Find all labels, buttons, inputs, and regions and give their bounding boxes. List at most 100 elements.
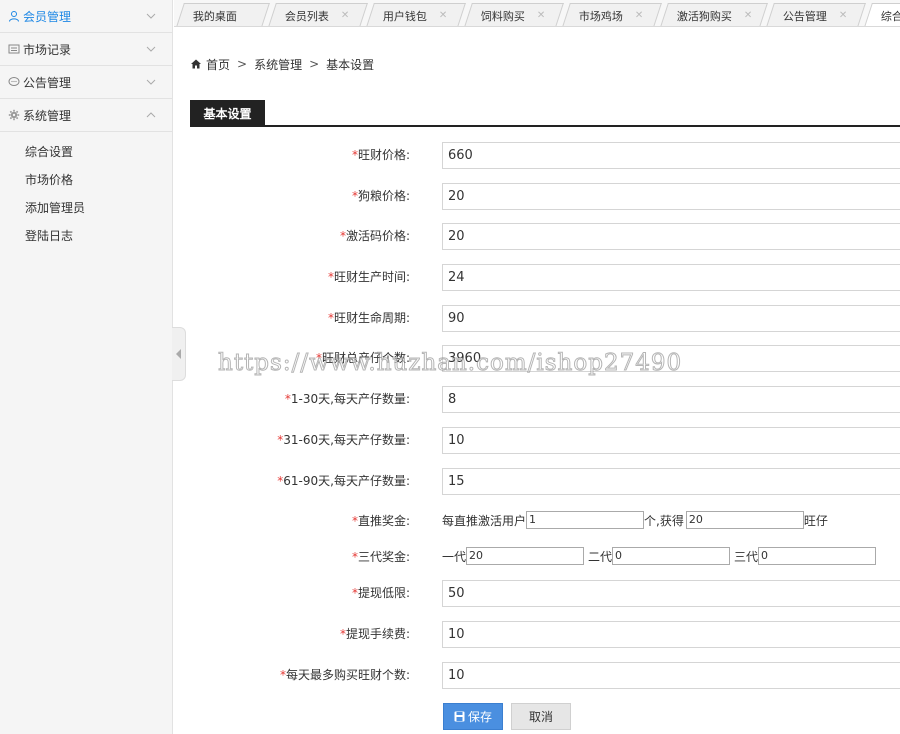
menu-system-management[interactable]: 系统管理 xyxy=(0,99,172,132)
withdraw-min-input[interactable]: 50 xyxy=(442,580,900,607)
save-button[interactable]: 保存 xyxy=(443,703,503,730)
close-icon[interactable]: ✕ xyxy=(341,10,349,21)
tab-label: 我的桌面 xyxy=(192,9,237,23)
direct-bonus-reward-input[interactable]: 20 xyxy=(685,511,804,529)
tab-user-wallet[interactable]: 用户钱包 ✕ xyxy=(366,3,466,26)
field-label-direct-bonus: *直推奖金: xyxy=(351,514,410,528)
direct-bonus-middle: 个,获得 xyxy=(644,513,684,528)
breadcrumb-section[interactable]: 系统管理 xyxy=(254,56,302,73)
field-label-offspring-1-30: *1-30天,每天产仔数量: xyxy=(284,392,410,406)
total-offspring-input[interactable]: 3960 xyxy=(442,345,900,372)
save-icon xyxy=(454,711,465,722)
tab-market-farm[interactable]: 市场鸡场 ✕ xyxy=(562,3,662,26)
gear-icon xyxy=(8,109,20,121)
tab-announcement[interactable]: 公告管理 ✕ xyxy=(766,3,866,26)
list-icon xyxy=(8,43,20,55)
menu-market-records[interactable]: 市场记录 xyxy=(0,33,172,66)
field-label-withdraw-fee: *提现手续费: xyxy=(339,627,410,641)
three-gen-bonus-row: 一代 20 二代 0 三代 0 xyxy=(442,546,877,566)
breadcrumb-separator: > xyxy=(309,57,320,71)
close-icon[interactable]: ✕ xyxy=(635,10,643,21)
chevron-left-icon xyxy=(175,349,181,359)
chat-bubble-icon xyxy=(8,76,20,88)
gen3-input[interactable]: 0 xyxy=(758,547,877,565)
cancel-button-label: 取消 xyxy=(528,710,553,724)
withdraw-fee-input[interactable]: 10 xyxy=(442,621,900,648)
tab-member-list[interactable]: 会员列表 ✕ xyxy=(268,3,368,26)
tab-my-desktop[interactable]: 我的桌面 xyxy=(176,3,270,26)
sidebar-collapse-handle[interactable] xyxy=(172,327,186,381)
submenu-item-add-admin[interactable]: 添加管理员 xyxy=(0,194,172,222)
submenu-item-login-log[interactable]: 登陆日志 xyxy=(0,222,172,250)
breadcrumb-home[interactable]: 首页 xyxy=(206,56,230,73)
offspring-61-90-input[interactable]: 15 xyxy=(442,468,900,495)
max-daily-purchase-input[interactable]: 10 xyxy=(442,662,900,689)
life-cycle-input[interactable]: 90 xyxy=(442,305,900,332)
menu-label: 市场记录 xyxy=(23,42,72,57)
menu-label: 会员管理 xyxy=(23,9,72,24)
direct-bonus-row: 每直推激活用户 1 个,获得 20 旺仔 xyxy=(442,510,828,530)
menu-label: 公告管理 xyxy=(23,75,72,90)
field-label-withdraw-min: *提现低限: xyxy=(351,586,410,600)
field-label-wangcai-price: *旺财价格: xyxy=(351,148,410,162)
chevron-down-icon xyxy=(146,43,156,53)
offspring-1-30-input[interactable]: 8 xyxy=(442,386,900,413)
field-label-production-time: *旺财生产时间: xyxy=(327,270,410,284)
submenu-item-general-settings[interactable]: 综合设置 xyxy=(0,138,172,166)
tab-label: 公告管理 xyxy=(782,9,827,23)
submenu-item-market-price[interactable]: 市场价格 xyxy=(0,166,172,194)
chevron-up-icon xyxy=(146,109,156,119)
tab-label: 饲料购买 xyxy=(480,9,525,23)
direct-bonus-users-input[interactable]: 1 xyxy=(526,511,645,529)
wangcai-price-input[interactable]: 660 xyxy=(442,142,900,169)
tab-general-active[interactable]: 综合 xyxy=(864,3,900,26)
tab-feed-purchase[interactable]: 饲料购买 ✕ xyxy=(464,3,564,26)
close-icon[interactable]: ✕ xyxy=(439,10,447,21)
field-label-max-daily-purchase: *每天最多购买旺财个数: xyxy=(279,668,410,682)
offspring-31-60-input[interactable]: 10 xyxy=(442,427,900,454)
user-icon xyxy=(8,10,20,22)
save-button-label: 保存 xyxy=(467,710,492,724)
gen1-input[interactable]: 20 xyxy=(466,547,585,565)
field-label-offspring-61-90: *61-90天,每天产仔数量: xyxy=(277,474,410,488)
menu-member-management[interactable]: 会员管理 xyxy=(0,0,172,33)
tab-label: 市场鸡场 xyxy=(578,9,623,23)
close-icon[interactable]: ✕ xyxy=(744,10,752,21)
cancel-button[interactable]: 取消 xyxy=(511,703,571,730)
section-header: 基本设置 xyxy=(190,100,900,127)
tab-activation-purchase[interactable]: 激活狗购买 ✕ xyxy=(660,3,768,26)
field-label-three-gen-bonus: *三代奖金: xyxy=(351,550,410,564)
gen2-label: 二代 xyxy=(588,549,613,564)
tab-label: 综合 xyxy=(880,9,900,23)
section-title: 基本设置 xyxy=(190,100,265,127)
sidebar: 会员管理 市场记录 公告管理 系统管理 综合设置 市场价格 添加管理员 登陆日志 xyxy=(0,0,173,734)
home-icon xyxy=(191,59,201,69)
production-time-input[interactable]: 24 xyxy=(442,264,900,291)
field-label-offspring-31-60: *31-60天,每天产仔数量: xyxy=(277,433,410,447)
tab-label: 激活狗购买 xyxy=(676,9,732,23)
menu-announcement-management[interactable]: 公告管理 xyxy=(0,66,172,99)
tab-bar: 我的桌面 会员列表 ✕ 用户钱包 ✕ 饲料购买 ✕ 市场鸡场 ✕ 激活狗购买 ✕ 公告管理… xyxy=(174,0,900,27)
submenu-system: 综合设置 市场价格 添加管理员 登陆日志 xyxy=(0,132,172,250)
tab-label: 会员列表 xyxy=(284,9,329,23)
gen3-label: 三代 xyxy=(734,549,759,564)
field-label-activation-price: *激活码价格: xyxy=(339,229,410,243)
field-label-dogfood-price: *狗粮价格: xyxy=(351,189,410,203)
breadcrumb-separator: > xyxy=(237,57,248,71)
gen2-input[interactable]: 0 xyxy=(612,547,731,565)
direct-bonus-suffix: 旺仔 xyxy=(803,513,828,528)
chevron-down-icon xyxy=(146,10,156,20)
direct-bonus-prefix: 每直推激活用户 xyxy=(442,513,527,528)
field-label-life-cycle: *旺财生命周期: xyxy=(327,311,410,325)
tab-label: 用户钱包 xyxy=(382,9,427,23)
close-icon[interactable]: ✕ xyxy=(839,10,847,21)
gen1-label: 一代 xyxy=(442,549,467,564)
dogfood-price-input[interactable]: 20 xyxy=(442,183,900,210)
breadcrumb-page: 基本设置 xyxy=(326,57,375,72)
field-label-total-offspring: *旺财总产仔个数: xyxy=(315,351,410,365)
menu-label: 系统管理 xyxy=(23,108,72,123)
activation-price-input[interactable]: 20 xyxy=(442,223,900,250)
close-icon[interactable]: ✕ xyxy=(537,10,545,21)
breadcrumb: 首页 > 系统管理 > 基本设置 xyxy=(190,54,374,74)
chevron-down-icon xyxy=(146,76,156,86)
